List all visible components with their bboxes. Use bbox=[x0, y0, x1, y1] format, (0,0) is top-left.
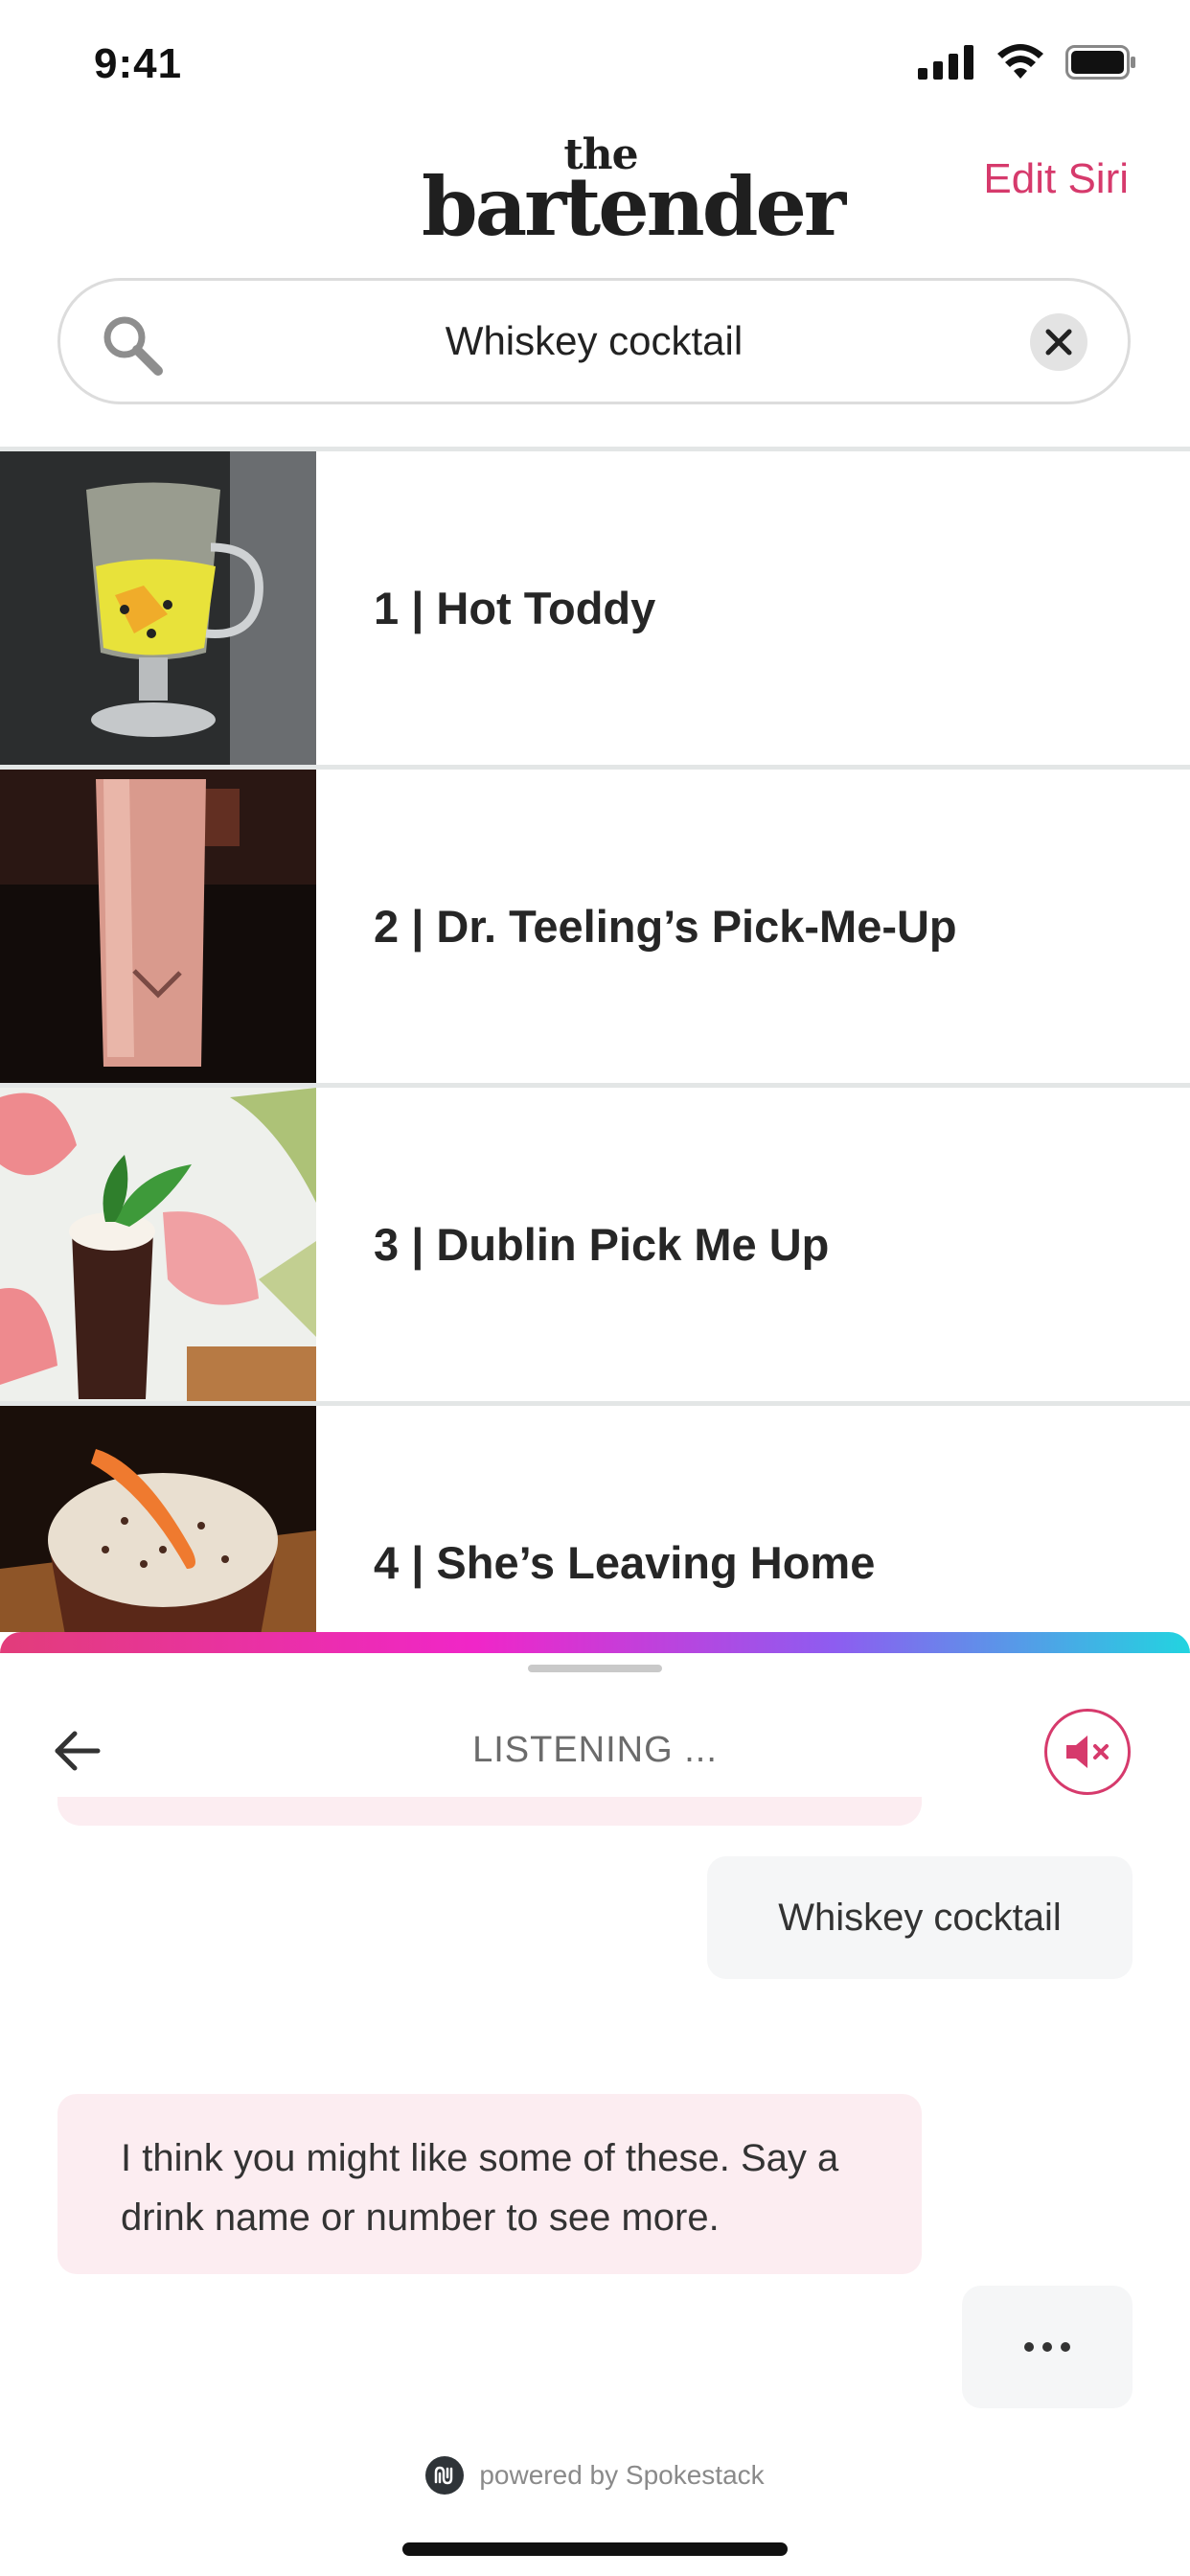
search-bar[interactable]: Whiskey cocktail bbox=[57, 278, 1131, 404]
bartender-logo: the bartender bbox=[422, 134, 846, 247]
status-time: 9:41 bbox=[94, 40, 183, 87]
dublin-pick-me-up-thumbnail bbox=[0, 1088, 316, 1401]
pick-me-up-thumbnail bbox=[0, 770, 316, 1083]
typing-dot bbox=[1024, 2342, 1034, 2352]
hot-toddy-thumbnail bbox=[0, 451, 316, 765]
clear-search-button[interactable] bbox=[1030, 313, 1087, 371]
wifi-icon bbox=[997, 44, 1043, 79]
signal-icon bbox=[918, 45, 973, 80]
sheet-gradient-bar bbox=[0, 1632, 1190, 1653]
bot-message-bubble: I think you might like some of these. Sa… bbox=[57, 2094, 922, 2274]
result-title: 1 | Hot Toddy bbox=[374, 583, 656, 633]
edit-siri-button[interactable]: Edit Siri bbox=[983, 155, 1129, 203]
mute-icon bbox=[1066, 1736, 1109, 1768]
typing-indicator bbox=[962, 2286, 1133, 2408]
typing-dot bbox=[1042, 2342, 1052, 2352]
result-row[interactable]: 2 | Dr. Teeling’s Pick-Me-Up bbox=[0, 765, 1190, 1083]
status-icons bbox=[918, 44, 1136, 80]
spokestack-logo-icon bbox=[425, 2456, 465, 2495]
result-title: 4 | She’s Leaving Home bbox=[374, 1537, 876, 1588]
user-message-bubble: Whiskey cocktail bbox=[707, 1856, 1133, 1979]
results-list: 1 | Hot Toddy 2 | Dr. Teeling’s Pick-Me-… bbox=[0, 447, 1190, 1719]
mute-button[interactable] bbox=[1044, 1709, 1131, 1795]
typing-dot bbox=[1061, 2342, 1070, 2352]
result-row[interactable]: 3 | Dublin Pick Me Up bbox=[0, 1083, 1190, 1401]
search-input[interactable]: Whiskey cocktail bbox=[204, 281, 984, 402]
result-row[interactable]: 1 | Hot Toddy bbox=[0, 447, 1190, 765]
previous-bot-bubble bbox=[57, 1797, 922, 1826]
logo-bartender: bartender bbox=[422, 159, 846, 254]
battery-icon bbox=[1065, 45, 1135, 80]
powered-by: powered by Spokestack bbox=[0, 2456, 1190, 2495]
assistant-sheet: LISTENING ... Whiskey cocktail I think y… bbox=[0, 1632, 1190, 2576]
home-indicator[interactable] bbox=[402, 2542, 788, 2556]
listening-status: LISTENING ... bbox=[472, 1730, 718, 1770]
status-bar: 9:41 bbox=[0, 0, 1190, 134]
sheet-body: LISTENING ... Whiskey cocktail I think y… bbox=[0, 1653, 1190, 2576]
result-title: 3 | Dublin Pick Me Up bbox=[374, 1219, 830, 1270]
search-icon bbox=[103, 316, 163, 376]
drag-handle[interactable] bbox=[528, 1665, 662, 1672]
powered-by-text: powered by Spokestack bbox=[479, 2460, 765, 2490]
result-title: 2 | Dr. Teeling’s Pick-Me-Up bbox=[374, 901, 957, 952]
clear-icon bbox=[1045, 329, 1072, 356]
header: the bartender Edit Siri bbox=[0, 134, 1190, 278]
